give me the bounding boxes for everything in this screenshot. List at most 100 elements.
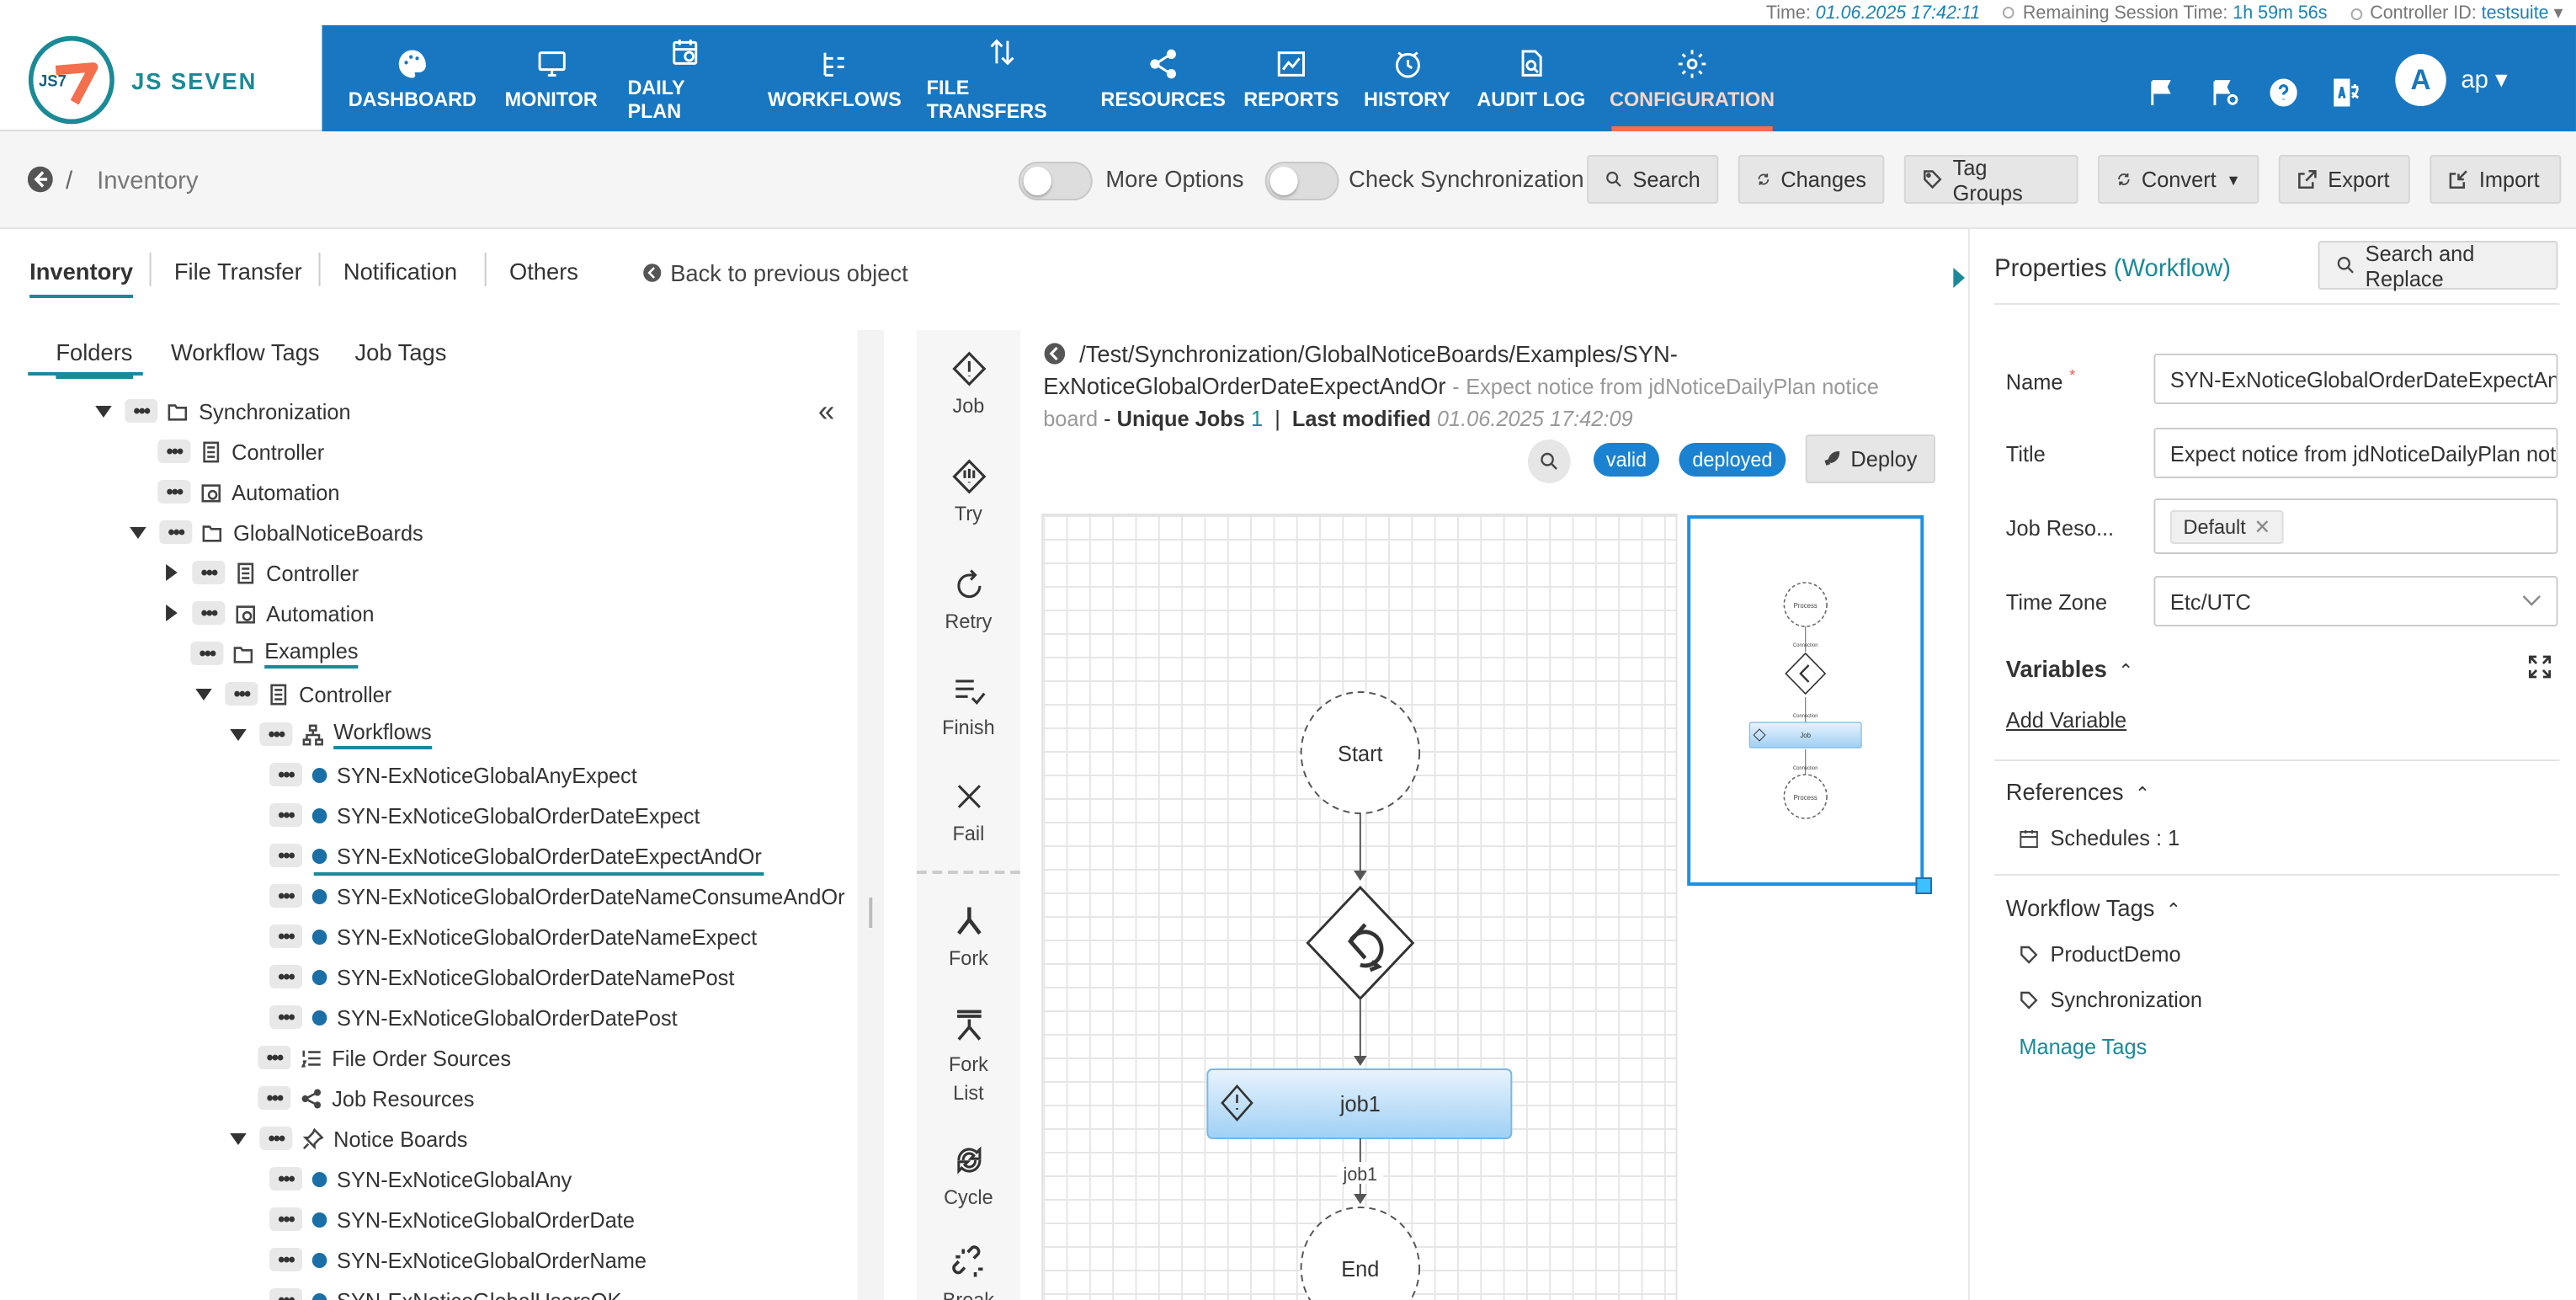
tree-item[interactable]: ••• SYN-ExNoticeGlobalOrderDateNameExpect: [269, 918, 757, 955]
end-node[interactable]: [1300, 1207, 1421, 1300]
more-icon[interactable]: •••: [269, 763, 303, 786]
tree-item[interactable]: ••• Synchronization: [95, 392, 351, 429]
more-icon[interactable]: •••: [190, 642, 224, 665]
expect-notice-node[interactable]: [1306, 885, 1415, 1001]
nav-configuration[interactable]: CONFIGURATION: [1610, 25, 1775, 131]
palette-try[interactable]: Try: [917, 458, 1020, 525]
schedules-reference[interactable]: Schedules : 1: [2019, 825, 2179, 850]
back-circle-icon[interactable]: [1043, 342, 1066, 365]
nav-resources[interactable]: RESOURCES: [1101, 25, 1226, 131]
more-icon[interactable]: •••: [159, 520, 193, 544]
tree-item[interactable]: ••• Controller: [195, 675, 391, 712]
tree-item[interactable]: ••• Automation: [157, 473, 340, 510]
add-variable-link[interactable]: Add Variable: [2006, 707, 2126, 733]
palette-retry[interactable]: Retry: [917, 566, 1020, 633]
more-icon[interactable]: •••: [258, 1086, 291, 1110]
palette-break[interactable]: Break: [917, 1244, 1020, 1300]
title-input[interactable]: Expect notice from jdNoticeDailyPlan not…: [2153, 428, 2558, 478]
palette-fork-list[interactable]: Fork List: [917, 1007, 1020, 1108]
close-icon[interactable]: ✕: [2254, 514, 2271, 538]
nav-audit-log[interactable]: AUDIT LOG: [1477, 25, 1585, 131]
tree-item[interactable]: ••• SYN-ExNoticeGlobalOrderName: [269, 1241, 647, 1278]
tree-item[interactable]: ••• SYN-ExNoticeGlobalAnyExpect: [269, 756, 637, 793]
collapse-tree-icon[interactable]: «: [818, 394, 835, 429]
more-icon[interactable]: •••: [269, 965, 303, 988]
controller-id-display[interactable]: Controller ID: testsuite ▾: [2350, 2, 2563, 24]
tree-item[interactable]: ••• Controller: [162, 554, 359, 591]
panel-splitter[interactable]: [1938, 229, 1968, 1300]
tree-item[interactable]: ••• Controller: [157, 433, 324, 470]
variables-header[interactable]: Variables ⌃: [2006, 655, 2133, 682]
tree-item[interactable]: ••• Job Resources: [258, 1079, 474, 1116]
import-button[interactable]: Import: [2430, 155, 2562, 204]
more-icon[interactable]: •••: [269, 844, 303, 867]
flag-gear-icon[interactable]: [2208, 76, 2241, 109]
more-icon[interactable]: •••: [269, 1005, 303, 1029]
manage-tags-link[interactable]: Manage Tags: [2019, 1034, 2147, 1059]
tree-item-selected[interactable]: ••• SYN-ExNoticeGlobalOrderDateExpectAndO…: [269, 837, 762, 874]
workflow-tags-header[interactable]: Workflow Tags ⌃: [2006, 894, 2181, 921]
more-icon[interactable]: •••: [157, 480, 191, 503]
flag-icon[interactable]: [2146, 76, 2179, 109]
help-icon[interactable]: [2267, 76, 2300, 109]
js7-logo[interactable]: JS7 JS SEVEN: [0, 25, 322, 131]
tree-item[interactable]: ••• Notice Boards: [230, 1120, 468, 1157]
palette-finish[interactable]: Finish: [917, 672, 1020, 739]
more-icon[interactable]: •••: [269, 1207, 303, 1231]
tree-item[interactable]: ••• Workflows: [230, 716, 432, 753]
zoom-search-button[interactable]: [1527, 440, 1571, 483]
tree-item[interactable]: ••• File Order Sources: [258, 1039, 511, 1076]
splitter-handle[interactable]: [869, 898, 873, 928]
more-icon[interactable]: •••: [259, 722, 293, 746]
expand-panel-icon[interactable]: [1953, 268, 1965, 288]
tab-notification[interactable]: Notification: [343, 258, 457, 285]
more-icon[interactable]: •••: [258, 1046, 291, 1069]
tab-others[interactable]: Others: [509, 258, 578, 285]
avatar[interactable]: A: [2395, 54, 2446, 106]
subtab-workflow-tags[interactable]: Workflow Tags: [171, 338, 320, 365]
references-header[interactable]: References ⌃: [2006, 778, 2150, 805]
more-icon[interactable]: •••: [157, 440, 191, 463]
check-sync-toggle[interactable]: [1264, 162, 1339, 200]
user-menu[interactable]: ap ▾: [2461, 64, 2507, 94]
tree-item[interactable]: ••• Examples: [190, 635, 359, 672]
time-zone-select[interactable]: Etc/UTC: [2153, 576, 2558, 626]
tree-item[interactable]: ••• SYN-ExNoticeGlobalOrderDatePost: [269, 999, 678, 1036]
palette-fail[interactable]: Fail: [917, 778, 1020, 845]
changes-button[interactable]: Changes: [1738, 155, 1885, 204]
nav-reports[interactable]: REPORTS: [1240, 25, 1342, 131]
deploy-button[interactable]: Deploy: [1805, 434, 1935, 483]
nav-monitor[interactable]: MONITOR: [498, 25, 604, 131]
tab-file-transfer[interactable]: File Transfer: [174, 258, 302, 285]
more-icon[interactable]: •••: [269, 1288, 303, 1300]
more-options-toggle[interactable]: [1018, 162, 1093, 200]
subtab-folders[interactable]: Folders: [56, 338, 132, 379]
tag-groups-button[interactable]: Tag Groups: [1903, 154, 2078, 205]
tree-item[interactable]: ••• SYN-ExNoticeGlobalOrderDateExpect: [269, 797, 700, 834]
job-resources-select[interactable]: Default ✕: [2153, 498, 2558, 554]
nav-daily-plan[interactable]: DAILY PLAN: [627, 25, 742, 131]
language-icon[interactable]: [2329, 76, 2362, 109]
more-icon[interactable]: •••: [192, 561, 226, 584]
more-icon[interactable]: •••: [269, 884, 303, 908]
more-icon[interactable]: •••: [225, 682, 258, 706]
tree-item[interactable]: ••• SYN-ExNoticeGlobalUsersOK: [269, 1281, 621, 1300]
palette-cycle[interactable]: Cycle: [917, 1142, 1020, 1209]
tree-item[interactable]: ••• Automation: [162, 594, 374, 631]
workflow-minimap[interactable]: Process Connection Connection Job Connec…: [1687, 515, 1924, 886]
more-icon[interactable]: •••: [269, 803, 303, 827]
convert-button[interactable]: Convert ▼: [2098, 155, 2259, 204]
nav-dashboard[interactable]: DASHBOARD: [349, 25, 476, 131]
more-icon[interactable]: •••: [259, 1127, 293, 1150]
palette-job[interactable]: Job: [917, 350, 1020, 418]
export-button[interactable]: Export: [2278, 155, 2410, 204]
tab-inventory[interactable]: Inventory: [29, 258, 134, 298]
tree-item[interactable]: ••• GlobalNoticeBoards: [130, 514, 423, 551]
nav-file-transfers[interactable]: FILE TRANSFERS: [927, 25, 1078, 131]
tree-item[interactable]: ••• SYN-ExNoticeGlobalOrderDateNamePost: [269, 958, 734, 995]
search-button[interactable]: Search: [1587, 155, 1719, 204]
subtab-job-tags[interactable]: Job Tags: [355, 338, 447, 365]
more-icon[interactable]: •••: [192, 601, 226, 625]
nav-history[interactable]: HISTORY: [1362, 25, 1452, 131]
expand-icon[interactable]: [2528, 655, 2552, 679]
